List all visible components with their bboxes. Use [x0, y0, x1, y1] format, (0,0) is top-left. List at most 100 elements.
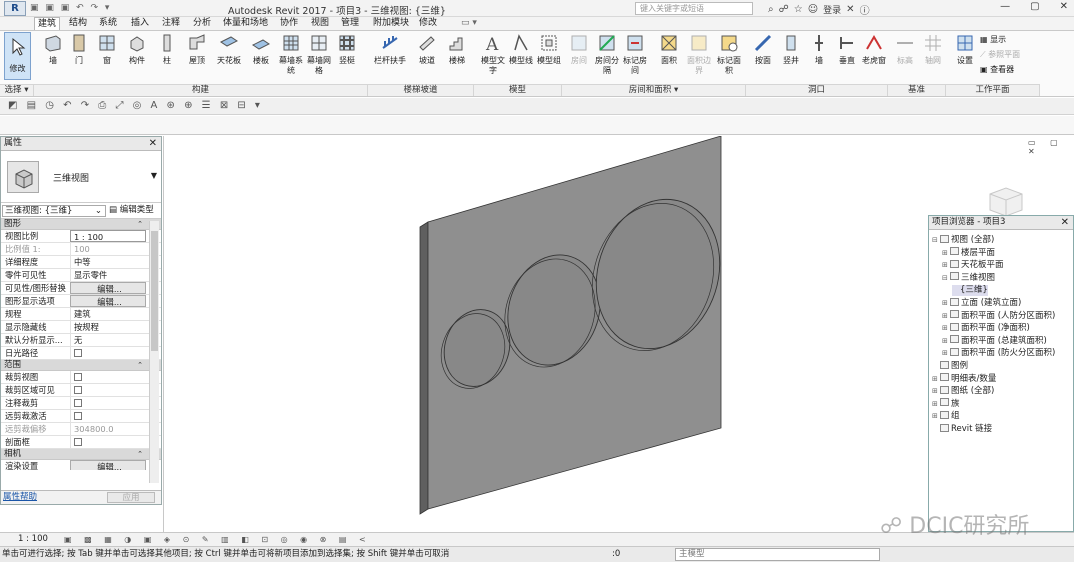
- property-value[interactable]: 304800.0: [70, 423, 146, 435]
- property-row[interactable]: 渲染设置 编辑...: [1, 460, 161, 470]
- property-row[interactable]: 日光路径: [1, 347, 161, 360]
- property-row[interactable]: 详细程度 中等: [1, 256, 161, 269]
- help-icon[interactable]: ⓘ: [860, 2, 870, 17]
- model-line-button[interactable]: 模型线: [506, 33, 536, 81]
- checkbox[interactable]: [74, 398, 82, 407]
- type-selector[interactable]: 三维视图 ▼: [1, 151, 161, 203]
- revit-logo-icon[interactable]: R: [4, 1, 26, 16]
- property-value[interactable]: [70, 397, 146, 409]
- floor-button[interactable]: 楼板: [246, 33, 276, 81]
- tag-room-button[interactable]: 标记房间: [620, 33, 650, 81]
- expand-toggle-icon[interactable]: ⊞: [932, 386, 940, 397]
- expand-toggle-icon[interactable]: ⊞: [932, 399, 940, 410]
- checkbox[interactable]: [74, 385, 82, 394]
- binoculars-icon[interactable]: ⌕: [768, 4, 774, 15]
- section-camera[interactable]: 相机 ⌃: [1, 449, 161, 460]
- shaft-button[interactable]: 竖井: [776, 33, 806, 81]
- property-row[interactable]: 裁剪视图: [1, 371, 161, 384]
- railing-button[interactable]: 栏杆扶手: [372, 33, 408, 81]
- property-row[interactable]: 远剪裁偏移 304800.0: [1, 423, 161, 436]
- property-row[interactable]: 规程 建筑: [1, 308, 161, 321]
- property-row[interactable]: 可见性/图形替换 编辑...: [1, 282, 161, 295]
- stair-button[interactable]: 楼梯: [442, 33, 472, 81]
- view-control-icons[interactable]: ▣ ▩ ▦ ◑ ▣ ◈ ⊙ ✎ ▥ ◧ ⊡ ◎ ◉ ⊗ ▤ <: [64, 533, 371, 546]
- star-icon[interactable]: ☆: [794, 4, 803, 15]
- browser-node[interactable]: ⊞ 天花板平面: [942, 259, 1004, 271]
- browser-node[interactable]: ⊞ 面积平面 (人防分区面积): [942, 310, 1055, 322]
- property-value[interactable]: 无: [70, 334, 146, 346]
- title-quick-tools[interactable]: ▣ ▣ ▣ ↶ ↷ ▾: [30, 3, 111, 13]
- search-input[interactable]: 键入关键字或短语: [635, 2, 753, 15]
- tab-insert[interactable]: 插入: [128, 17, 152, 30]
- property-value[interactable]: 编辑...: [70, 282, 146, 294]
- property-row[interactable]: 零件可见性 显示零件: [1, 269, 161, 282]
- expand-toggle-icon[interactable]: ⊞: [942, 348, 950, 359]
- expand-toggle-icon[interactable]: ⊟: [942, 273, 950, 284]
- main-model-select[interactable]: 主模型: [675, 548, 880, 561]
- view-scale[interactable]: 1 : 100: [18, 533, 48, 546]
- roof-button[interactable]: 屋顶: [182, 33, 212, 81]
- property-row[interactable]: 裁剪区域可见: [1, 384, 161, 397]
- property-value[interactable]: 编辑...: [70, 295, 146, 307]
- browser-node[interactable]: ⊞ 面积平面 (防火分区面积): [942, 347, 1055, 359]
- maximize-icon[interactable]: ▢: [1030, 1, 1039, 12]
- expand-toggle-icon[interactable]: ⊟: [932, 235, 940, 246]
- close-icon[interactable]: ✕: [149, 137, 157, 150]
- door-button[interactable]: 门: [64, 33, 94, 81]
- minimize-icon[interactable]: —: [1000, 1, 1010, 12]
- property-row[interactable]: 视图比例 1 : 100: [1, 230, 161, 243]
- expand-toggle-icon[interactable]: ⊞: [932, 411, 940, 422]
- browser-node[interactable]: ⊞ 楼层平面: [942, 247, 995, 259]
- view-canvas[interactable]: [163, 136, 928, 532]
- property-row[interactable]: 比例值 1: 100: [1, 243, 161, 256]
- grid-button[interactable]: 轴网: [918, 33, 948, 81]
- curtain-system-button[interactable]: 幕墙系统: [276, 33, 306, 81]
- subscription-icon[interactable]: ☍: [779, 4, 789, 15]
- tab-massing[interactable]: 体量和场地: [220, 17, 271, 30]
- ceiling-button[interactable]: 天花板: [214, 33, 244, 81]
- property-row[interactable]: 图形显示选项 编辑...: [1, 295, 161, 308]
- property-value[interactable]: [70, 347, 146, 359]
- expand-toggle-icon[interactable]: ⊞: [942, 260, 950, 271]
- tab-systems[interactable]: 系统: [96, 17, 120, 30]
- property-value[interactable]: 建筑: [70, 308, 146, 320]
- tab-overflow-icon[interactable]: ▭ ▾: [458, 17, 480, 30]
- property-row[interactable]: 注释裁剪: [1, 397, 161, 410]
- tab-manage[interactable]: 管理: [338, 17, 362, 30]
- curtain-grid-button[interactable]: 幕墙网格: [304, 33, 334, 81]
- area-button[interactable]: 面积: [654, 33, 684, 81]
- browser-node[interactable]: ⊞ 立面 (建筑立面): [942, 297, 1021, 309]
- room-button[interactable]: 房间: [564, 33, 594, 81]
- wall-opening-button[interactable]: 墙: [804, 33, 834, 81]
- properties-scrollbar[interactable]: [149, 221, 159, 483]
- tab-addins[interactable]: 附加模块: [370, 17, 412, 30]
- browser-node[interactable]: ⊞ 明细表/数量: [932, 373, 996, 385]
- browser-node[interactable]: ⊟ 三维视图: [942, 272, 995, 284]
- component-button[interactable]: 构件: [122, 33, 152, 81]
- expand-toggle-icon[interactable]: ⊞: [942, 323, 950, 334]
- level-button[interactable]: 标高: [890, 33, 920, 81]
- chevron-down-icon[interactable]: ▼: [151, 171, 157, 180]
- browser-node[interactable]: ⊟ 视图 (全部): [932, 234, 994, 246]
- browser-node[interactable]: ⊞ 图纸 (全部): [932, 385, 994, 397]
- tab-annotate[interactable]: 注释: [159, 17, 183, 30]
- edit-type-button[interactable]: ▤ 编辑类型: [109, 205, 154, 216]
- column-button[interactable]: 柱: [152, 33, 182, 81]
- browser-node[interactable]: ⊞ 面积平面 (总建筑面积): [942, 335, 1047, 347]
- exchange-icon[interactable]: ✕: [846, 4, 854, 15]
- browser-node[interactable]: {三维}: [952, 285, 988, 297]
- expand-toggle-icon[interactable]: ⊞: [942, 311, 950, 322]
- panel-select[interactable]: 选择 ▾: [0, 84, 34, 96]
- scrollbar-thumb[interactable]: [151, 231, 158, 351]
- checkbox[interactable]: [74, 411, 82, 420]
- expand-toggle-icon[interactable]: ⊞: [942, 298, 950, 309]
- property-row[interactable]: 远剪裁激活: [1, 410, 161, 423]
- property-row[interactable]: 显示隐藏线 按规程: [1, 321, 161, 334]
- property-value[interactable]: [70, 371, 146, 383]
- expand-toggle-icon[interactable]: ⊞: [942, 336, 950, 347]
- opening-by-face-button[interactable]: 按面: [748, 33, 778, 81]
- quick-access-toolbar[interactable]: ◩ ▤ ◷ ↶ ↷ ⎙ ⤢ ◎ A ⊛ ⊕ ☰ ⊠ ⊟ ▾: [0, 98, 1074, 115]
- model-text-button[interactable]: A 模型文字: [478, 33, 508, 81]
- show-workplane-button[interactable]: ▦ 显示: [980, 34, 1006, 46]
- section-extents[interactable]: 范围 ⌃: [1, 360, 161, 371]
